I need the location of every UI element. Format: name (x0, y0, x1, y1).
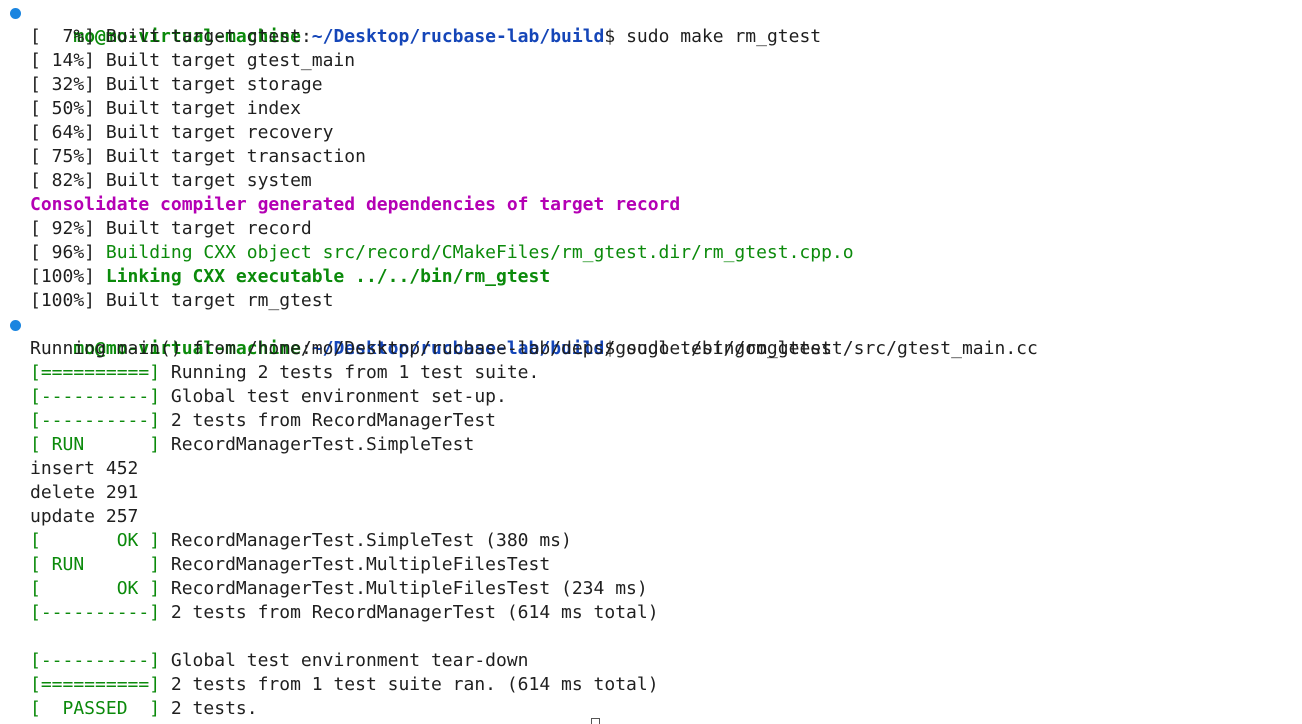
test-line: [==========] Running 2 tests from 1 test… (0, 361, 1302, 385)
gtest-tag: [ PASSED ] (30, 698, 161, 719)
gtest-tag: [ OK ] (30, 530, 161, 551)
build-progress: [ 96%] (30, 242, 106, 263)
gtest-tag: [ OK ] (30, 578, 161, 599)
build-line: [ 92%] Built target record (30, 218, 312, 239)
gtest-tag: [==========] (30, 362, 161, 383)
build-line: [ 82%] Built target system (30, 170, 312, 191)
gtest-text: RecordManagerTest.MultipleFilesTest (160, 554, 551, 575)
test-output-line: update 257 (30, 506, 139, 527)
terminal-output[interactable]: mo@mo-virtual-machine:~/Desktop/rucbase-… (0, 1, 1302, 721)
build-line: [100%] Built target rm_gtest (30, 290, 334, 311)
gtest-text: 2 tests from 1 test suite ran. (614 ms t… (160, 674, 659, 695)
test-output-line: insert 452 (30, 458, 139, 479)
gtest-tag: [ RUN ] (30, 554, 161, 575)
test-line: Running main() from /home/mo/Desktop/ruc… (30, 338, 1038, 359)
text-cursor-icon (591, 718, 600, 724)
build-compile-text: Building CXX object src/record/CMakeFile… (105, 242, 854, 263)
consolidate-message: Consolidate compiler generated dependenc… (30, 194, 681, 215)
build-line: [ 7%] Built target gtest (30, 26, 301, 47)
test-line: [----------] Global test environment set… (0, 385, 1302, 409)
build-line: [ 14%] Built target gtest_main (30, 50, 356, 71)
gtest-text: Global test environment tear-down (160, 650, 529, 671)
test-line: [ RUN ] RecordManagerTest.SimpleTest (0, 433, 1302, 457)
gtest-tag: [ RUN ] (30, 434, 161, 455)
test-line: [----------] Global test environment tea… (0, 649, 1302, 673)
prompt-line: mo@mo-virtual-machine:~/Desktop/rucbase-… (0, 313, 1302, 359)
gtest-text: Running 2 tests from 1 test suite. (160, 362, 540, 383)
build-line: [ 50%] Built target index (30, 98, 301, 119)
gtest-text: RecordManagerTest.SimpleTest (160, 434, 475, 455)
command-status-dot[interactable] (10, 8, 21, 19)
test-line: [==========] 2 tests from 1 test suite r… (0, 673, 1302, 697)
test-line: [ PASSED ] 2 tests. (0, 697, 1302, 721)
test-output-line: delete 291 (30, 482, 139, 503)
gtest-text: 2 tests from RecordManagerTest (160, 410, 496, 431)
gtest-text: RecordManagerTest.SimpleTest (380 ms) (160, 530, 572, 551)
gtest-tag: [==========] (30, 674, 161, 695)
gtest-text: 2 tests from RecordManagerTest (614 ms t… (160, 602, 659, 623)
gtest-text: RecordManagerTest.MultipleFilesTest (234… (160, 578, 648, 599)
build-link-text: Linking CXX executable ../../bin/rm_gtes… (105, 266, 551, 287)
test-line: [----------] 2 tests from RecordManagerT… (0, 409, 1302, 433)
build-line: [ 32%] Built target storage (30, 74, 323, 95)
gtest-tag: [----------] (30, 410, 161, 431)
build-line: [100%] Linking CXX executable ../../bin/… (0, 265, 1302, 289)
gtest-tag: [----------] (30, 602, 161, 623)
gtest-tag: [----------] (30, 386, 161, 407)
test-line: [----------] 2 tests from RecordManagerT… (0, 601, 1302, 625)
build-progress: [100%] (30, 266, 106, 287)
build-line: [ 75%] Built target transaction (30, 146, 366, 167)
build-line: [ 96%] Building CXX object src/record/CM… (0, 241, 1302, 265)
gtest-text: 2 tests. (160, 698, 258, 719)
prompt-line: mo@mo-virtual-machine:~/Desktop/rucbase-… (0, 1, 1302, 47)
gtest-text: Global test environment set-up. (160, 386, 507, 407)
test-line: [ OK ] RecordManagerTest.MultipleFilesTe… (0, 577, 1302, 601)
gtest-tag: [----------] (30, 650, 161, 671)
test-line: [ RUN ] RecordManagerTest.MultipleFilesT… (0, 553, 1302, 577)
command-status-dot[interactable] (10, 320, 21, 331)
test-line: [ OK ] RecordManagerTest.SimpleTest (380… (0, 529, 1302, 553)
build-line: [ 64%] Built target recovery (30, 122, 334, 143)
